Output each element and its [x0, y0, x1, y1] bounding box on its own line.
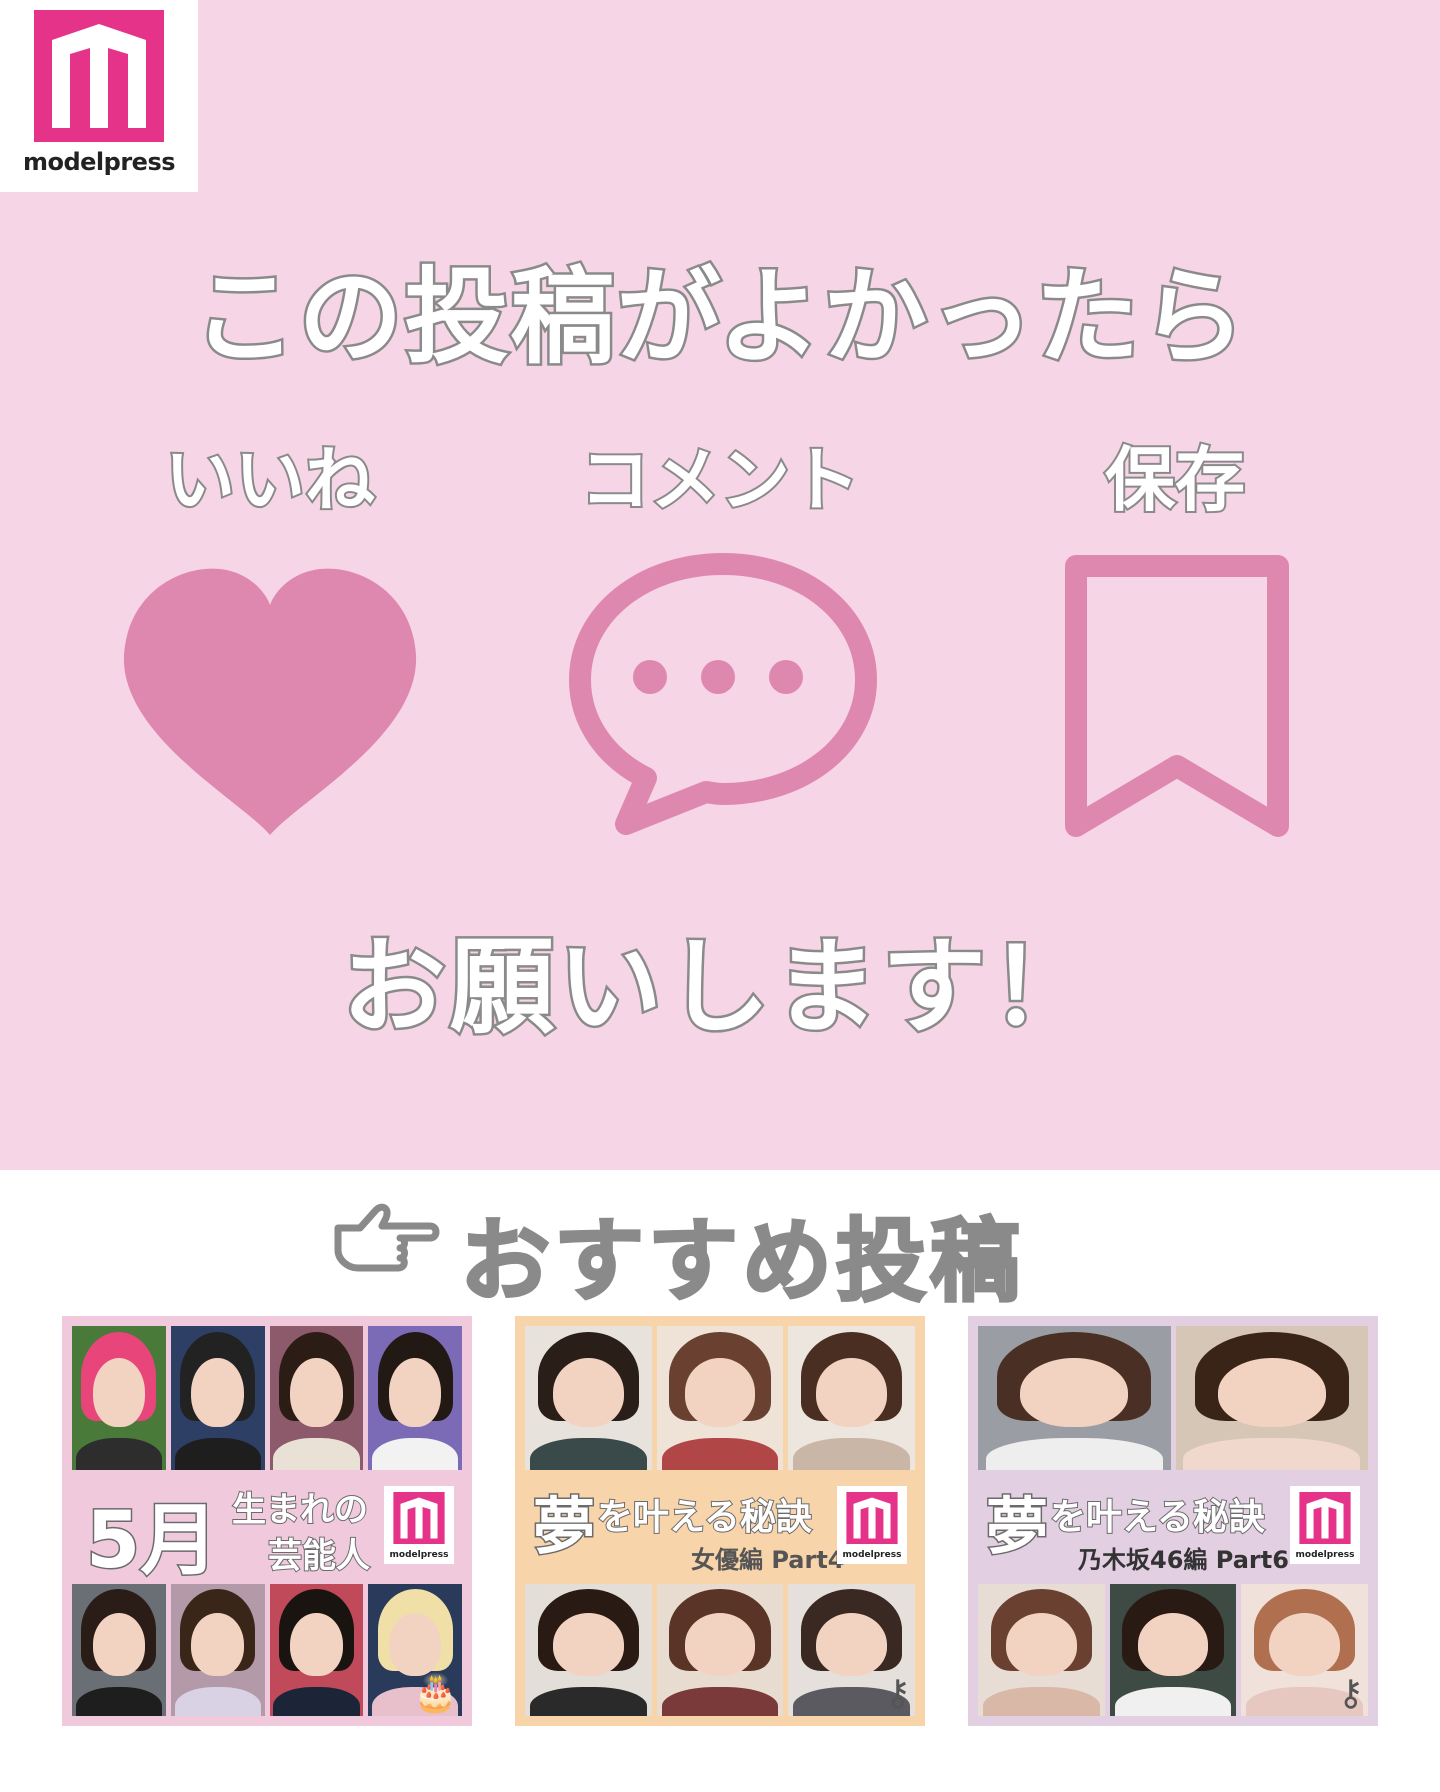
- heart-icon[interactable]: [120, 565, 420, 840]
- card-subtitle: 乃木坂46編 Part6: [1078, 1546, 1289, 1574]
- card-title-line-2: 芸能人: [267, 1535, 371, 1577]
- logo-wordmark: modelpress: [22, 148, 176, 176]
- photo-row-bottom: [978, 1584, 1369, 1716]
- card-title-band: 夢 を叶える秘訣 女優編 Part4 modelpress: [525, 1474, 915, 1580]
- birthday-cake-icon: 🎂: [413, 1673, 458, 1714]
- photo: [978, 1326, 1171, 1470]
- photo: [788, 1326, 916, 1470]
- key-icon: ⚷: [1337, 1673, 1364, 1714]
- photo: [269, 1584, 364, 1716]
- photo: [1109, 1584, 1237, 1716]
- photo: [269, 1326, 364, 1470]
- key-icon: ⚷: [884, 1673, 911, 1714]
- photo: [525, 1326, 652, 1470]
- card-title-big: 夢: [984, 1489, 1049, 1565]
- card-title-rest: を叶える秘訣: [1049, 1496, 1266, 1539]
- like-label: いいね: [163, 437, 377, 523]
- cta-panel: modelpress この投稿がよかったら いいね コメント 保存 お願いします…: [0, 0, 1440, 1170]
- card-title-big: 5月: [84, 1495, 219, 1588]
- recommended-title: おすすめ投稿: [459, 1208, 1024, 1316]
- photo-row-top: [525, 1326, 916, 1470]
- photo: [1175, 1326, 1368, 1470]
- recommended-card-actress[interactable]: 夢 を叶える秘訣 女優編 Part4 modelpress ⚷: [515, 1316, 925, 1726]
- photo: [656, 1326, 784, 1470]
- comment-label: コメント: [578, 437, 862, 523]
- photo: [170, 1326, 265, 1470]
- photo: [72, 1584, 166, 1716]
- pointing-hand-icon: [334, 1203, 440, 1272]
- card-title-band: 夢 を叶える秘訣 乃木坂46編 Part6 modelpress: [978, 1474, 1368, 1580]
- modelpress-mini-logo: modelpress: [1290, 1486, 1360, 1564]
- card-subtitle: 女優編 Part4: [691, 1546, 845, 1574]
- card-title-band: 5月 生まれの 芸能人 modelpress: [72, 1474, 462, 1588]
- modelpress-logo-mark: [34, 10, 164, 142]
- photo: [72, 1326, 166, 1470]
- modelpress-mini-logo: modelpress: [384, 1486, 454, 1564]
- card-title-big: 夢: [531, 1489, 596, 1565]
- bookmark-icon[interactable]: [1062, 552, 1292, 840]
- modelpress-mini-logo: modelpress: [837, 1486, 907, 1564]
- photo-row-bottom: [72, 1584, 462, 1716]
- closing-message: お願いします！: [339, 924, 1098, 1051]
- comment-bubble-icon[interactable]: [568, 552, 878, 837]
- modelpress-logo[interactable]: modelpress: [0, 0, 198, 192]
- photo: [368, 1326, 462, 1470]
- photo-row-top: [72, 1326, 462, 1470]
- save-label: 保存: [1103, 437, 1247, 523]
- photo: [656, 1584, 784, 1716]
- photo: [978, 1584, 1105, 1716]
- photo: [170, 1584, 265, 1716]
- photo: [525, 1584, 652, 1716]
- photo-row-top: [978, 1326, 1368, 1470]
- recommended-card-birthday[interactable]: 5月 生まれの 芸能人 modelpress 🎂: [62, 1316, 472, 1726]
- photo-row-bottom: [525, 1584, 916, 1716]
- card-title-rest: を叶える秘訣: [596, 1496, 813, 1539]
- card-title-line-1: 生まれの: [231, 1489, 369, 1531]
- headline: この投稿がよかったら: [190, 254, 1248, 381]
- recommended-card-nogizaka[interactable]: 夢 を叶える秘訣 乃木坂46編 Part6 modelpress ⚷: [968, 1316, 1378, 1726]
